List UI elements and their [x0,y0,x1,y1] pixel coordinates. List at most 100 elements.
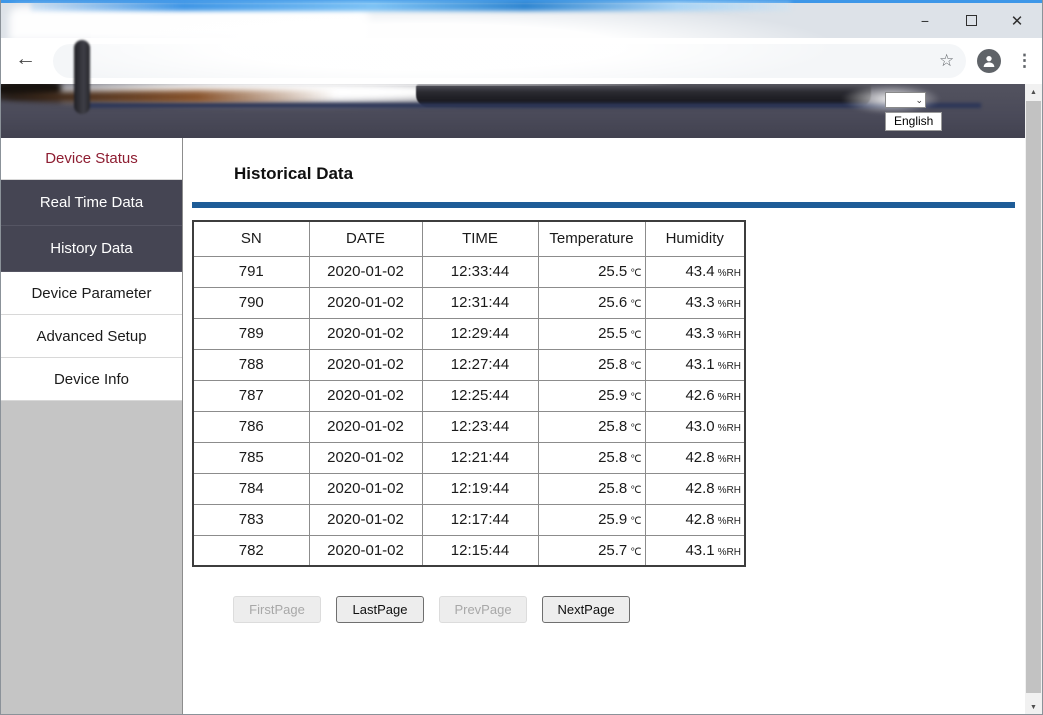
cell-sn: 787 [192,379,310,412]
cell-temperature: 25.8 ℃ [537,410,646,443]
sidebar-item-device-status[interactable]: Device Status [1,138,182,180]
cell-humidity: 42.6 %RH [644,379,746,412]
humidity-unit: %RH [717,485,741,496]
language-option-english[interactable]: English [885,112,942,131]
cell-time: 12:15:44 [421,534,539,567]
history-table: SN DATE TIME Temperature Humidity 791 2020-01… [192,220,746,567]
humidity-unit: %RH [717,454,741,465]
temperature-unit: ℃ [630,299,642,310]
humidity-unit: %RH [717,516,741,527]
sidebar-item-device-info[interactable]: Device Info [1,358,182,401]
sidebar-item-real-time-data[interactable]: Real Time Data [1,180,182,226]
photo-glare-artifact [31,1,791,11]
scroll-up-icon[interactable]: ▲ [1025,84,1042,100]
browser-window: − ✕ ← ☆ ⋮ ⌄ English Device Status Real T… [0,0,1043,715]
cell-sn: 785 [192,441,310,474]
temperature-unit: ℃ [630,268,642,279]
table-row: 788 2020-01-02 12:27:44 25.8 ℃ 43.1 %RH [192,348,746,381]
cell-sn: 789 [192,317,310,350]
column-header-date: DATE [308,220,423,257]
back-icon[interactable]: ← [15,47,36,71]
main-area: Device Status Real Time Data History Data D… [1,138,1026,714]
page-title: Historical Data [234,164,354,183]
temperature-unit: ℃ [630,423,642,434]
browser-toolbar: ← ☆ ⋮ [1,38,1042,84]
profile-avatar-icon[interactable] [977,49,1001,73]
scrollbar[interactable]: ▲ ▼ [1025,84,1042,714]
sidebar-item-device-parameter[interactable]: Device Parameter [1,272,182,315]
humidity-unit: %RH [717,299,741,310]
close-icon[interactable]: ✕ [994,3,1040,38]
column-header-time: TIME [421,220,539,257]
humidity-unit: %RH [717,423,741,434]
cell-sn: 786 [192,410,310,443]
cell-temperature: 25.9 ℃ [537,503,646,536]
sidebar-item-advanced-setup[interactable]: Advanced Setup [1,315,182,358]
humidity-unit: %RH [717,392,741,403]
cell-time: 12:23:44 [421,410,539,443]
cell-humidity: 43.4 %RH [644,255,746,288]
cell-date: 2020-01-02 [308,534,423,567]
cell-time: 12:25:44 [421,379,539,412]
banner-brown-blur [1,90,451,104]
bookmark-star-icon[interactable]: ☆ [939,51,954,71]
cell-sn: 790 [192,286,310,319]
menu-dots-icon[interactable]: ⋮ [1016,51,1033,71]
cell-temperature: 25.8 ℃ [537,472,646,505]
language-select[interactable]: ⌄ [885,92,926,108]
cell-time: 12:19:44 [421,472,539,505]
cell-temperature: 25.5 ℃ [537,317,646,350]
chevron-down-icon: ⌄ [915,95,923,105]
cell-time: 12:17:44 [421,503,539,536]
window-controls: − ✕ [902,3,1040,38]
table-row: 789 2020-01-02 12:29:44 25.5 ℃ 43.3 %RH [192,317,746,350]
cell-date: 2020-01-02 [308,472,423,505]
maximize-box [965,15,977,26]
cell-humidity: 42.8 %RH [644,503,746,536]
cell-sn: 783 [192,503,310,536]
cell-time: 12:33:44 [421,255,539,288]
maximize-icon[interactable] [948,3,994,38]
temperature-unit: ℃ [630,454,642,465]
humidity-unit: %RH [717,546,741,558]
table-row: 784 2020-01-02 12:19:44 25.8 ℃ 42.8 %RH [192,472,746,505]
page-banner-photo: ⌄ English [1,84,1026,138]
cell-sn: 788 [192,348,310,381]
sidebar: Device Status Real Time Data History Data D… [1,138,183,714]
minimize-icon[interactable]: − [902,3,948,38]
browser-tab[interactable] [9,7,369,41]
temperature-unit: ℃ [630,546,642,558]
scroll-down-icon[interactable]: ▼ [1025,699,1042,714]
humidity-unit: %RH [717,268,741,279]
humidity-unit: %RH [717,361,741,372]
prevpage-button: PrevPage [439,596,527,623]
cell-time: 12:31:44 [421,286,539,319]
cell-temperature: 25.9 ℃ [537,379,646,412]
firstpage-button: FirstPage [233,596,321,623]
table-row: 786 2020-01-02 12:23:44 25.8 ℃ 43.0 %RH [192,410,746,443]
table-row: 785 2020-01-02 12:21:44 25.8 ℃ 42.8 %RH [192,441,746,474]
cell-humidity: 43.3 %RH [644,286,746,319]
nextpage-button[interactable]: NextPage [542,596,630,623]
table-row: 790 2020-01-02 12:31:44 25.6 ℃ 43.3 %RH [192,286,746,319]
banner-dark-blob [1,84,63,98]
cell-humidity: 43.0 %RH [644,410,746,443]
cell-date: 2020-01-02 [308,441,423,474]
cell-sn: 782 [192,534,310,567]
sidebar-item-history-data[interactable]: History Data [1,226,182,272]
cell-date: 2020-01-02 [308,410,423,443]
table-row: 783 2020-01-02 12:17:44 25.9 ℃ 42.8 %RH [192,503,746,536]
cell-humidity: 42.8 %RH [644,472,746,505]
lastpage-button[interactable]: LastPage [336,596,424,623]
content-panel: Historical Data SN DATE TIME Temperature Hum… [183,138,1026,714]
cell-date: 2020-01-02 [308,503,423,536]
cell-temperature: 25.5 ℃ [537,255,646,288]
banner-navy-stripe [81,103,981,108]
address-bar[interactable] [53,44,966,78]
temperature-unit: ℃ [630,392,642,403]
scrollbar-thumb[interactable] [1026,101,1042,693]
column-header-temperature: Temperature [537,220,646,257]
temperature-unit: ℃ [630,516,642,527]
column-header-humidity: Humidity [644,220,746,257]
cell-humidity: 43.1 %RH [644,348,746,381]
